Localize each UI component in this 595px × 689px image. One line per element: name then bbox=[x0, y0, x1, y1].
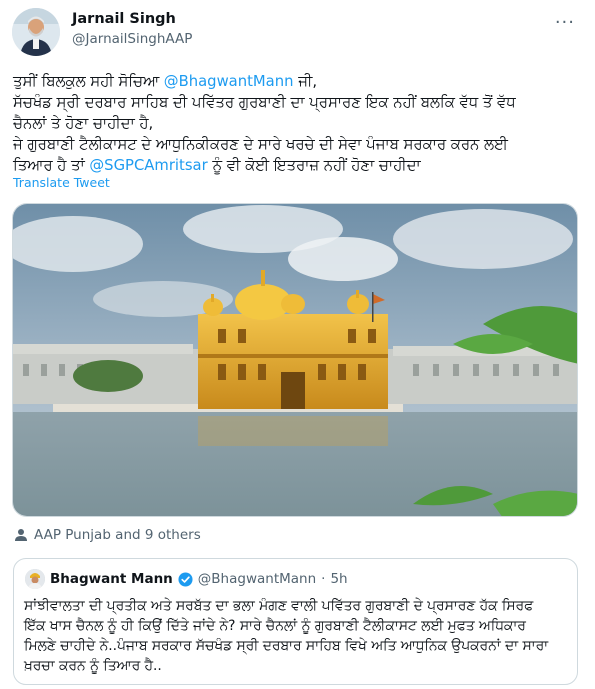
mention-sgpcamritsar[interactable]: @SGPCAmritsar bbox=[89, 157, 207, 174]
verified-badge-icon bbox=[178, 571, 193, 587]
author-avatar[interactable] bbox=[12, 8, 60, 56]
quoted-tweet[interactable]: Bhagwant Mann @BhagwantMann · 5h ਸਾਂਝੀਵਾ… bbox=[13, 558, 578, 685]
quoted-author-handle[interactable]: @BhagwantMann bbox=[198, 571, 316, 587]
tweet-line-1-suffix: ਜੀ, bbox=[293, 73, 318, 90]
quoted-line-4: ਖ਼ਰਚਾ ਕਰਨ ਨੂੰ ਤਿਆਰ ਹੈ.. bbox=[24, 658, 162, 674]
more-options-icon[interactable]: ··· bbox=[555, 12, 575, 33]
person-icon bbox=[15, 529, 27, 541]
author-handle[interactable]: @JarnailSinghAAP bbox=[72, 31, 192, 47]
golden-temple-image bbox=[13, 204, 577, 516]
tweet-line-5-suffix: ਨੂੰ ਵੀ ਕੋਈ ਇਤਰਾਜ਼ ਨਹੀਂ ਹੋਣਾ ਚਾਹੀਦਾ bbox=[207, 157, 421, 174]
quoted-author-avatar[interactable] bbox=[25, 569, 45, 589]
quoted-line-1: ਸਾਂਝੀਵਾਲਤਾ ਦੀ ਪ੍ਰਤੀਕ ਅਤੇ ਸਰਬੱਤ ਦਾ ਭਲਾ ਮੰ… bbox=[24, 598, 534, 614]
quoted-line-2: ਇੱਕ ਖਾਸ ਚੈਨਲ ਨੂੰ ਹੀ ਕਿਉਂ ਦਿੱਤੇ ਜਾਂਦੇ ਨੇ?… bbox=[24, 618, 526, 634]
quoted-avatar-image bbox=[25, 569, 45, 589]
tweet-line-5: ਤਿਆਰ ਹੈ ਤਾਂ @SGPCAmritsar ਨੂੰ ਵੀ ਕੋਈ ਇਤਰ… bbox=[13, 155, 581, 176]
tweet-photo[interactable] bbox=[12, 203, 578, 517]
quoted-separator: · bbox=[321, 571, 326, 587]
tweet-line-4: ਜੇ ਗੁਰਬਾਣੀ ਟੈਲੀਕਾਸਟ ਦੇ ਆਧੁਨਿਕੀਕਰਣ ਦੇ ਸਾਰ… bbox=[13, 136, 508, 153]
translate-tweet-link[interactable]: Translate Tweet bbox=[13, 175, 110, 190]
liked-by-text: AAP Punjab and 9 others bbox=[34, 527, 201, 543]
tweet-line-2: ਸੱਚਖੰਡ ਸ੍ਰੀ ਦਰਬਾਰ ਸਾਹਿਬ ਦੀ ਪਵਿੱਤਰ ਗੁਰਬਾਣ… bbox=[13, 94, 516, 111]
quoted-line-3: ਮਿਲਣੇ ਚਾਹੀਦੇ ਨੇ..ਪੰਜਾਬ ਸਰਕਾਰ ਸੱਚਖੰਡ ਸ੍ਰੀ… bbox=[24, 638, 549, 654]
quoted-timestamp[interactable]: 5h bbox=[330, 571, 347, 587]
author-name[interactable]: Jarnail Singh bbox=[72, 11, 176, 27]
tweet-line-5-text: ਤਿਆਰ ਹੈ ਤਾਂ bbox=[13, 157, 90, 174]
tweet-line-1-text: ਤੁਸੀਂ ਬਿਲਕੁਲ ਸਹੀ ਸੋਚਿਆ bbox=[13, 73, 164, 90]
author-avatar-image bbox=[12, 8, 60, 56]
tweet-line-3: ਚੈਨਲਾਂ ਤੇ ਹੋਣਾ ਚਾਹੀਦਾ ਹੈ, bbox=[13, 115, 154, 132]
liked-by-row[interactable]: AAP Punjab and 9 others bbox=[14, 527, 201, 543]
quoted-tweet-header: Bhagwant Mann @BhagwantMann · 5h bbox=[50, 571, 348, 587]
tweet-line-1: ਤੁਸੀਂ ਬਿਲਕੁਲ ਸਹੀ ਸੋਚਿਆ @BhagwantMann ਜੀ, bbox=[13, 71, 581, 92]
tweet-text: ਤੁਸੀਂ ਬਿਲਕੁਲ ਸਹੀ ਸੋਚਿਆ @BhagwantMann ਜੀ,… bbox=[13, 71, 581, 176]
quoted-author-name[interactable]: Bhagwant Mann bbox=[50, 571, 173, 587]
mention-bhagwantmann[interactable]: @BhagwantMann bbox=[164, 73, 294, 90]
quoted-tweet-text: ਸਾਂਝੀਵਾਲਤਾ ਦੀ ਪ੍ਰਤੀਕ ਅਤੇ ਸਰਬੱਤ ਦਾ ਭਲਾ ਮੰ… bbox=[24, 596, 569, 676]
